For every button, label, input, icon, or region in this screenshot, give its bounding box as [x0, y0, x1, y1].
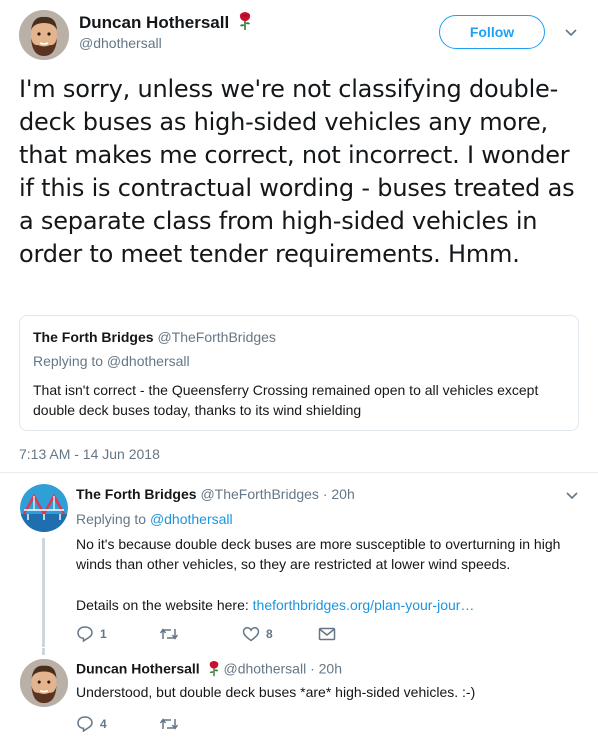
quoted-text: That isn't correct - the Queensferry Cro…	[33, 382, 539, 418]
reply-count: 1	[100, 627, 107, 641]
dm-button[interactable]	[318, 624, 336, 644]
rose-icon	[238, 11, 252, 36]
avatar[interactable]	[20, 484, 68, 532]
like-button[interactable]: 8	[242, 624, 273, 644]
reply-button[interactable]: 1	[76, 624, 107, 644]
reply-tweet: Duncan Hothersall @dhothersall · 20h Und…	[0, 648, 598, 738]
reply-tweet: The Forth Bridges @TheForthBridges · 20h…	[0, 473, 598, 647]
retweet-icon	[159, 626, 179, 642]
retweet-icon	[159, 716, 179, 732]
reply-header: Duncan Hothersall @dhothersall · 20h	[76, 660, 342, 680]
author-name[interactable]: Duncan Hothersall	[79, 11, 252, 36]
author-handle[interactable]: @dhothersall	[223, 661, 306, 677]
reply-details: Details on the website here: theforthbri…	[76, 597, 475, 613]
replying-to: Replying to @dhothersall	[76, 511, 233, 527]
author-name[interactable]: Duncan Hothersall	[76, 661, 200, 677]
reply-text: Understood, but double deck buses *are* …	[76, 684, 476, 700]
avatar[interactable]	[20, 659, 68, 707]
author-handle[interactable]: @dhothersall	[79, 35, 162, 51]
quoted-author-name: The Forth Bridges	[33, 329, 154, 345]
reply-text: No it's because double deck buses are mo…	[76, 536, 561, 572]
reply-button[interactable]: 4	[76, 714, 107, 734]
chevron-down-icon[interactable]	[565, 491, 579, 501]
quoted-author-handle: @TheForthBridges	[157, 329, 276, 345]
reply-icon	[76, 625, 94, 643]
thread-line	[42, 648, 45, 655]
author-name[interactable]: The Forth Bridges	[76, 486, 197, 502]
follow-button[interactable]: Follow	[439, 15, 545, 49]
tweet-time[interactable]: · 20h	[323, 486, 355, 502]
quoted-tweet[interactable]: The Forth Bridges @TheForthBridges Reply…	[19, 315, 579, 431]
reply-header: The Forth Bridges @TheForthBridges · 20h	[76, 486, 355, 502]
rose-icon	[208, 660, 220, 680]
main-tweet: Duncan Hothersall @dhothersall Follow I'…	[0, 0, 598, 472]
retweet-button[interactable]	[159, 624, 185, 644]
website-link[interactable]: theforthbridges.org/plan-your-jour…	[253, 597, 475, 613]
avatar[interactable]	[19, 10, 69, 60]
tweet-time[interactable]: · 20h	[310, 661, 342, 677]
reply-icon	[76, 715, 94, 733]
heart-icon	[242, 626, 260, 642]
chevron-down-icon[interactable]	[564, 28, 578, 38]
reply-count: 4	[100, 717, 107, 731]
mention-link[interactable]: @dhothersall	[150, 511, 233, 527]
quoted-replying-to: Replying to @dhothersall	[33, 353, 190, 369]
thread-line	[42, 538, 45, 647]
tweet-text: I'm sorry, unless we're not classifying …	[19, 75, 575, 268]
like-count: 8	[266, 627, 273, 641]
retweet-button[interactable]	[159, 714, 185, 734]
quoted-header: The Forth Bridges @TheForthBridges	[33, 329, 565, 347]
tweet-timestamp[interactable]: 7:13 AM - 14 Jun 2018	[19, 446, 160, 462]
author-handle[interactable]: @TheForthBridges	[200, 486, 318, 502]
envelope-icon	[318, 627, 336, 641]
